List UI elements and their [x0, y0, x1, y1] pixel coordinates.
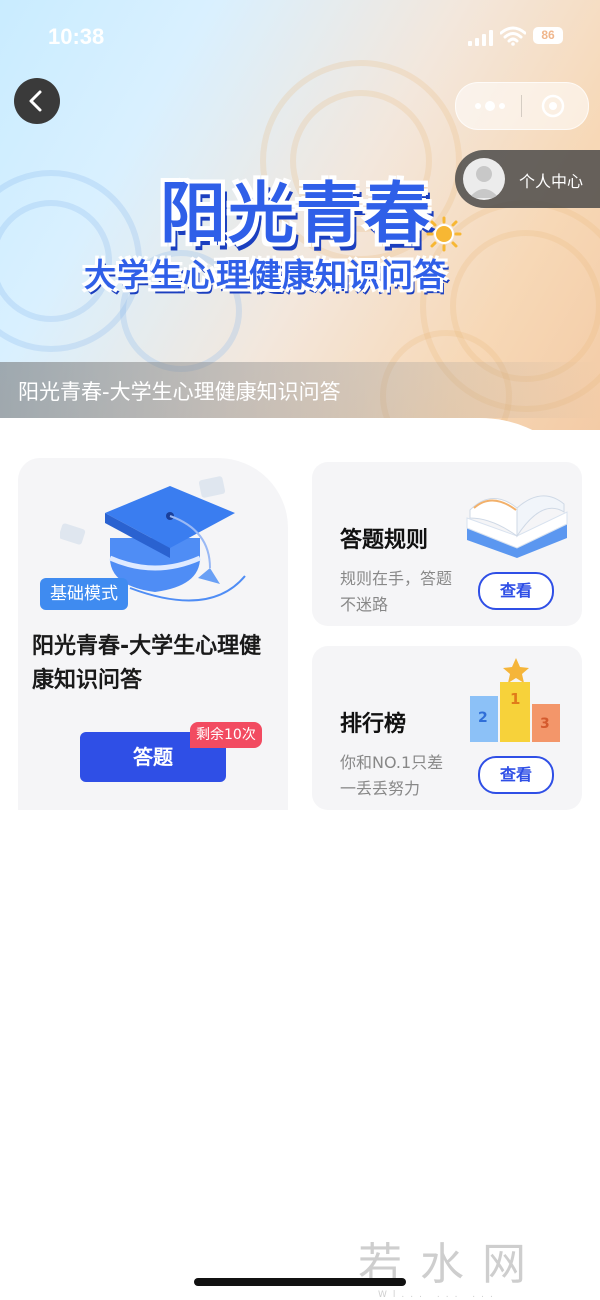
mode-badge: 基础模式 — [40, 578, 128, 610]
hero-subtitle: 大学生心理健康知识问答 — [84, 256, 448, 294]
signal-icon — [468, 30, 494, 46]
more-dots-icon[interactable] — [472, 96, 508, 116]
rules-title: 答题规则 — [340, 528, 429, 553]
banner-caption-text: 阳光青春-大学生心理健康知识问答 — [18, 380, 341, 404]
mini-program-capsule — [455, 82, 589, 130]
banner-caption: 阳光青春-大学生心理健康知识问答 — [0, 362, 600, 418]
ranking-description: 你和NO.1只差一丢丢努力 — [340, 753, 444, 798]
ranking-title: 排行榜 — [340, 712, 407, 737]
rules-view-button[interactable]: 查看 — [478, 572, 554, 610]
back-icon — [29, 90, 42, 112]
rules-card[interactable]: 答题规则 规则在手，答题不迷路 查看 — [312, 462, 582, 626]
back-button[interactable] — [14, 78, 60, 124]
book-icon — [466, 495, 568, 558]
home-indicator — [194, 1278, 406, 1286]
profile-center-button[interactable]: 个人中心 — [455, 150, 600, 208]
svg-text:1: 1 — [510, 690, 520, 708]
svg-text:2: 2 — [478, 710, 488, 726]
ranking-card[interactable]: 排行榜 你和NO.1只差一丢丢努力 查看 2 1 3 — [312, 646, 582, 810]
battery-indicator: 86 — [533, 27, 563, 44]
quiz-title: 阳光青春-大学生心理健康知识问答 — [32, 634, 262, 693]
profile-label: 个人中心 — [519, 172, 584, 191]
ranking-view-button[interactable]: 查看 — [478, 756, 554, 794]
status-time: 10:38 — [48, 24, 105, 49]
user-avatar-icon — [463, 158, 505, 200]
watermark-sub: Wl... ... ... — [378, 1290, 499, 1300]
podium-icon: 2 1 3 — [470, 658, 560, 742]
svg-text:3: 3 — [540, 716, 550, 732]
target-icon[interactable] — [540, 93, 566, 119]
hero-title: 阳光青春 — [160, 175, 432, 252]
rules-description: 规则在手，答题不迷路 — [340, 569, 453, 614]
wifi-icon — [500, 26, 526, 46]
sun-icon — [426, 216, 462, 252]
status-bar: 10:38 86 — [0, 0, 600, 70]
remaining-attempts-badge: 剩余10次 — [190, 722, 262, 748]
